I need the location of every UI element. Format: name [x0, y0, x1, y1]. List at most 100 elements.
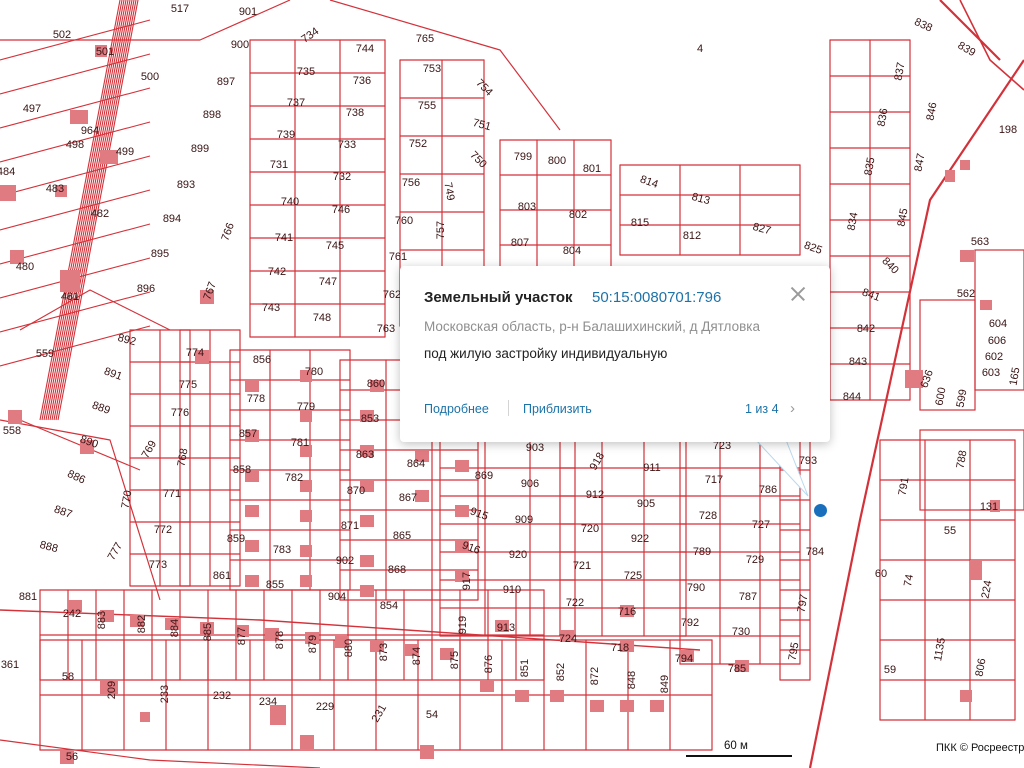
- parcel-number-label: 765: [416, 33, 434, 45]
- parcel-number-label: 886: [65, 468, 87, 487]
- more-details-link[interactable]: Подробнее: [424, 402, 489, 416]
- building: [960, 160, 970, 170]
- parcel-number-label: 480: [16, 261, 34, 273]
- result-pager: 1 из 4: [745, 402, 779, 416]
- building: [360, 585, 374, 597]
- parcel-number-label: 768: [176, 447, 191, 467]
- parcel-number-label: 837: [893, 61, 908, 81]
- close-icon[interactable]: [788, 284, 808, 304]
- parcel-number-label: 482: [91, 208, 109, 220]
- parcel-number-label: 729: [746, 554, 764, 566]
- parcel-number-label: 746: [332, 204, 350, 216]
- parcel-number-label: 892: [116, 332, 137, 348]
- parcel-number-label: 898: [203, 109, 221, 121]
- parcel-number-label: 720: [581, 523, 599, 535]
- parcel-number-label: 842: [857, 323, 875, 335]
- parcel-number-label: 741: [275, 232, 293, 244]
- parcel-number-label: 874: [411, 647, 423, 665]
- building: [515, 690, 529, 702]
- parcel-number-label: 902: [336, 555, 354, 567]
- parcel-number-label: 794: [675, 653, 693, 665]
- parcel-number-label: 787: [739, 591, 757, 603]
- parcel-number-label: 838: [912, 16, 934, 35]
- parcel-number-label: 860: [367, 378, 385, 390]
- parcel-number-label: 756: [402, 177, 420, 189]
- parcel-number-label: 754: [473, 77, 494, 98]
- parcel-number-label: 727: [752, 519, 770, 531]
- parcel-number-label: 841: [860, 286, 881, 304]
- parcel-number-label: 716: [618, 606, 636, 618]
- parcel-number-label: 782: [285, 472, 303, 484]
- parcel-number-label: 904: [328, 591, 346, 603]
- parcel-number-label: 361: [1, 659, 19, 671]
- parcel-number-label: 839: [956, 40, 978, 60]
- parcel-number-label: 869: [475, 470, 493, 482]
- map-attribution: ПКК © Росреестр: [933, 742, 1024, 754]
- scale-label: 60 м: [724, 740, 748, 752]
- parcel-number-label: 776: [171, 407, 189, 419]
- parcel-number-label: 775: [179, 379, 197, 391]
- parcel-number-label: 878: [274, 631, 286, 649]
- parcel-number-label: 844: [843, 391, 861, 403]
- parcel-number-label: 876: [483, 655, 495, 673]
- building: [480, 680, 494, 692]
- parcel-number-label: 761: [389, 251, 407, 263]
- parcel-number-label: 812: [683, 230, 701, 242]
- parcel-number-label: 58: [62, 671, 74, 683]
- parcel-number-label: 797: [796, 593, 811, 613]
- parcel-number-label: 880: [343, 639, 355, 657]
- building: [245, 505, 259, 517]
- parcel-number-label: 806: [974, 657, 989, 677]
- zoom-in-link[interactable]: Приблизить: [523, 402, 592, 416]
- parcel-number-label: 558: [3, 425, 21, 437]
- building: [455, 460, 469, 472]
- parcel-number-label: 825: [802, 239, 823, 257]
- parcel-number-label: 747: [319, 276, 337, 288]
- building: [300, 735, 314, 749]
- parcel-number-label: 884: [169, 619, 181, 637]
- parcel-number-label: 881: [19, 591, 37, 603]
- parcel-number-label: 749: [441, 181, 456, 201]
- parcel-number-label: 728: [699, 510, 717, 522]
- building: [245, 575, 259, 587]
- parcel-number-label: 911: [643, 462, 661, 474]
- parcel-number-label: 791: [897, 476, 912, 496]
- parcel-number-label: 891: [102, 365, 123, 383]
- building: [455, 505, 469, 517]
- parcel-number-label: 748: [313, 312, 331, 324]
- parcel-number-label: 497: [23, 103, 41, 115]
- parcel-number-label: 742: [268, 266, 286, 278]
- parcel-number-label: 913: [497, 622, 515, 634]
- parcel-number-label: 737: [287, 97, 305, 109]
- parcel-number-label: 562: [957, 288, 975, 300]
- parcel-number-label: 894: [163, 213, 181, 225]
- building: [960, 250, 974, 262]
- parcel-number-label: 815: [631, 217, 649, 229]
- parcel-number-label: 55: [944, 525, 956, 537]
- parcel-number-label: 730: [732, 626, 750, 638]
- parcel-number-label: 788: [955, 449, 970, 469]
- parcel-number-label: 870: [347, 485, 365, 497]
- parcel-number-label: 753: [423, 63, 441, 75]
- parcel-number-label: 863: [356, 449, 374, 461]
- parcel-number-label: 917: [461, 572, 473, 590]
- parcel-number-label: 779: [297, 401, 315, 413]
- parcel-number-label: 867: [399, 492, 417, 504]
- parcel-number-label: 763: [377, 323, 395, 335]
- parcel-number-label: 734: [299, 25, 321, 45]
- parcel-address: Московская область, р-н Балашихинский, д…: [424, 319, 760, 334]
- chevron-right-icon[interactable]: ›: [790, 400, 795, 417]
- selected-parcel-marker[interactable]: [813, 503, 828, 518]
- building: [245, 380, 259, 392]
- parcel-number-label: 766: [219, 221, 237, 242]
- parcel-number-label: 721: [573, 560, 591, 572]
- building: [0, 185, 16, 201]
- parcel-number-label: 868: [388, 564, 406, 576]
- cadastral-number: 50:15:0080701:796: [592, 289, 722, 306]
- parcel-number-label: 915: [468, 505, 489, 523]
- parcel-number-label: 865: [393, 530, 411, 542]
- parcel-number-label: 767: [201, 280, 219, 301]
- parcel-number-label: 846: [925, 101, 940, 121]
- parcel-number-label: 857: [239, 428, 257, 440]
- parcel-number-label: 851: [519, 659, 531, 677]
